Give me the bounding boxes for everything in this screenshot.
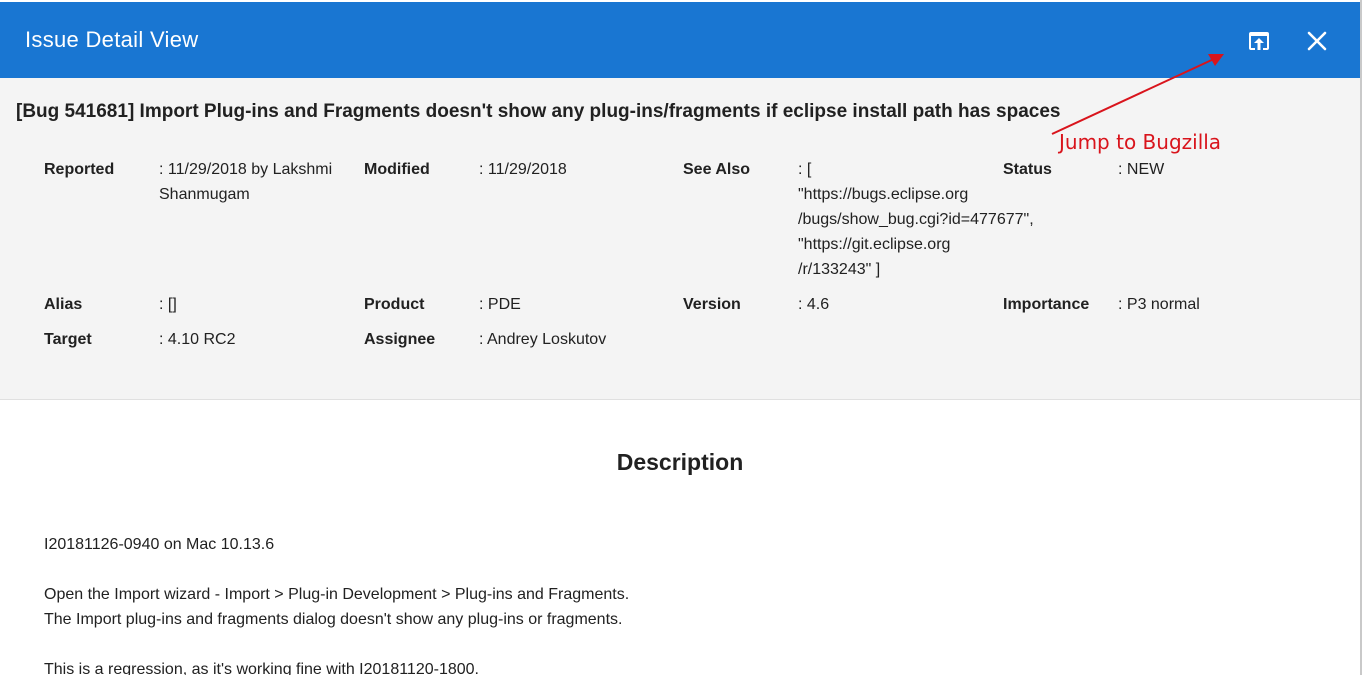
- dialog-title: Issue Detail View: [25, 27, 199, 52]
- see-also-link[interactable]: "https://git.eclipse.org: [798, 232, 1034, 257]
- see-also-label: See Also: [683, 161, 750, 178]
- description-line: I20181126-0940 on Mac 10.13.6: [44, 536, 275, 553]
- target-label: Target: [44, 331, 92, 348]
- importance-value: : P3 normal: [1118, 296, 1200, 313]
- annotation-arrow: [1051, 54, 1224, 135]
- modified-value: : 11/29/2018: [479, 161, 567, 178]
- product-value: : PDE: [479, 296, 521, 313]
- modified-label: Modified: [364, 161, 430, 178]
- reported-label: Reported: [44, 161, 115, 178]
- description-line: This is a regression, as it's working fi…: [44, 661, 479, 675]
- target-value: : 4.10 RC2: [159, 331, 236, 348]
- description-line: The Import plug-ins and fragments dialog…: [44, 611, 623, 628]
- assignee-label: Assignee: [364, 331, 436, 348]
- assignee-value: : Andrey Loskutov: [479, 331, 607, 348]
- alias-value: : []: [159, 296, 177, 313]
- see-also-line: : [: [798, 161, 812, 178]
- see-also-link[interactable]: "https://bugs.eclipse.org: [798, 182, 1034, 207]
- issue-detail-dialog: Issue Detail View [Bug 541681] Import Pl…: [0, 0, 1362, 675]
- see-also-value: : [ "https://bugs.eclipse.org /bugs/show…: [798, 157, 1034, 282]
- description-heading: Description: [616, 449, 744, 475]
- reported-value: : 11/29/2018 by Lakshmi Shanmugam: [159, 157, 332, 207]
- status-value: : NEW: [1118, 161, 1165, 178]
- reported-value-line: : 11/29/2018 by Lakshmi: [159, 161, 333, 178]
- see-also-link[interactable]: /bugs/show_bug.cgi?id=477677",: [798, 207, 1034, 232]
- annotation-label: Jump to Bugzilla: [1059, 130, 1222, 154]
- importance-label: Importance: [1003, 296, 1090, 313]
- close-icon: [1307, 31, 1327, 51]
- description-line: Open the Import wizard - Import > Plug-i…: [44, 586, 630, 603]
- version-value: : 4.6: [798, 296, 830, 313]
- see-also-link[interactable]: /r/133243" ]: [798, 257, 1034, 282]
- alias-label: Alias: [44, 296, 83, 313]
- open-in-browser-icon: [1249, 32, 1269, 50]
- issue-title: [Bug 541681] Import Plug-ins and Fragmen…: [16, 101, 1061, 122]
- reported-value-line: Shanmugam: [159, 186, 250, 203]
- open-in-bugzilla-button[interactable]: [1244, 26, 1274, 56]
- close-button[interactable]: [1302, 26, 1332, 56]
- product-label: Product: [364, 296, 425, 313]
- status-label: Status: [1003, 161, 1052, 178]
- version-label: Version: [683, 296, 741, 313]
